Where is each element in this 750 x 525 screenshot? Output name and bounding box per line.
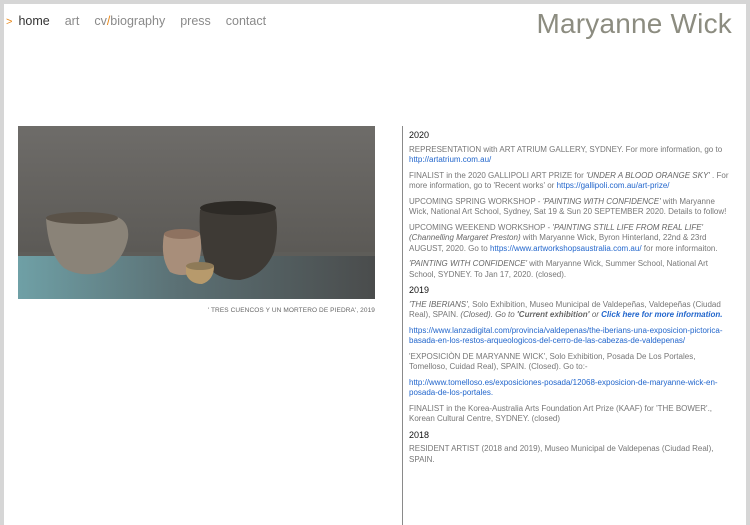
news-link[interactable]: https://www.lanzadigital.com/provincia/v… bbox=[409, 326, 723, 346]
nav-contact[interactable]: contact bbox=[226, 14, 266, 28]
news-link[interactable]: http://www.tomelloso.es/exposiciones-pos… bbox=[409, 378, 718, 398]
artwork-painting bbox=[18, 126, 375, 299]
nav-home[interactable]: home bbox=[18, 14, 49, 28]
artwork-caption: ' TRES CUENCOS Y UN MORTERO DE PIEDRA', … bbox=[207, 307, 375, 314]
news-item: 'THE IBERIANS', Solo Exhibition, Museo M… bbox=[409, 300, 729, 321]
news-emph: 'Current exhibition' bbox=[516, 310, 590, 319]
page: > home art cv/biography press contact Ma… bbox=[4, 4, 746, 525]
news-emph: 'THE IBERIANS' bbox=[409, 299, 468, 309]
news-text: for more informaiton. bbox=[641, 243, 718, 253]
news-item: FINALIST in the 2020 GALLIPOLI ART PRIZE… bbox=[409, 171, 729, 192]
year-heading-2019: 2019 bbox=[409, 285, 430, 295]
news-item: https://www.lanzadigital.com/provincia/v… bbox=[409, 326, 729, 347]
news-link[interactable]: http://artatrium.com.au/ bbox=[409, 155, 491, 164]
more-info-link[interactable]: Click here for more information. bbox=[601, 310, 722, 319]
news-text: 'EXPOSICIÒN DE MARYANNE WICK', Solo Exhi… bbox=[409, 351, 696, 372]
active-arrow-icon: > bbox=[6, 16, 13, 28]
nav-biography-label: biography bbox=[110, 14, 166, 28]
news-link[interactable]: https://gallipoli.com.au/art-prize/ bbox=[557, 181, 670, 190]
featured-artwork bbox=[18, 126, 375, 299]
year-heading-2018: 2018 bbox=[409, 429, 430, 440]
news-emph: or bbox=[589, 310, 602, 319]
nav-press[interactable]: press bbox=[180, 14, 211, 28]
nav-cv-label: cv bbox=[94, 14, 107, 28]
news-text: FINALIST in the Korea-Australia Arts Fou… bbox=[409, 403, 713, 424]
news-emph: (Closed). Go to bbox=[460, 310, 517, 319]
news-emph: 'PAINTING WITH CONFIDENCE' bbox=[409, 259, 528, 268]
news-item: RESIDENT ARTIST (2018 and 2019), Museo M… bbox=[409, 444, 729, 465]
news-link[interactable]: https://www.artworkshopsaustralia.com.au… bbox=[490, 244, 642, 253]
news-list: 2020 REPRESENTATION with ART ATRIUM GALL… bbox=[409, 126, 729, 470]
news-text: FINALIST in the 2020 GALLIPOLI ART PRIZE… bbox=[409, 170, 586, 180]
news-emph: 'UNDER A BLOOD ORANGE SKY' bbox=[585, 170, 710, 180]
news-text: REPRESENTATION with ART ATRIUM GALLERY, … bbox=[409, 144, 723, 154]
year-heading-2020: 2020 bbox=[409, 130, 430, 140]
news-text: UPCOMING SPRING WORKSHOP - bbox=[409, 196, 543, 206]
news-emph: 'PAINTING WITH CONFIDENCE' bbox=[542, 196, 661, 206]
nav-cv-biography[interactable]: cv/biography bbox=[94, 14, 165, 28]
news-text: UPCOMING WEEKEND WORKSHOP - bbox=[409, 222, 553, 232]
main-nav: > home art cv/biography press contact bbox=[6, 14, 281, 28]
news-item: 'EXPOSICIÒN DE MARYANNE WICK', Solo Exhi… bbox=[409, 352, 729, 373]
news-item: UPCOMING WEEKEND WORKSHOP - 'PAINTING ST… bbox=[409, 223, 729, 255]
nav-art[interactable]: art bbox=[65, 14, 80, 28]
news-item: http://www.tomelloso.es/exposiciones-pos… bbox=[409, 378, 729, 399]
news-item: REPRESENTATION with ART ATRIUM GALLERY, … bbox=[409, 145, 729, 166]
column-divider bbox=[402, 126, 403, 525]
news-item: UPCOMING SPRING WORKSHOP - 'PAINTING WIT… bbox=[409, 197, 729, 218]
news-item: FINALIST in the Korea-Australia Arts Fou… bbox=[409, 404, 729, 425]
site-title[interactable]: Maryanne Wick bbox=[536, 8, 732, 40]
news-item: 'PAINTING WITH CONFIDENCE' with Maryanne… bbox=[409, 259, 729, 280]
news-text: RESIDENT ARTIST (2018 and 2019), Museo M… bbox=[409, 444, 714, 464]
